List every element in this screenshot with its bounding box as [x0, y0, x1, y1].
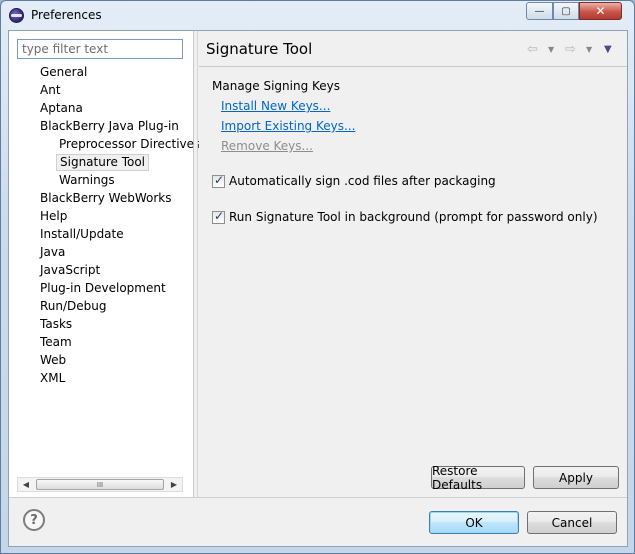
- page-header: Signature Tool ⇦ ▼ ⇨ ▼ ▼: [199, 31, 627, 67]
- arrow-left-icon[interactable]: ⇦: [527, 42, 538, 57]
- page-title: Signature Tool: [206, 40, 313, 58]
- background-label: Run Signature Tool in background (prompt…: [229, 210, 598, 224]
- tree-item-blackberry-webworks[interactable]: BlackBerry WebWorks: [40, 190, 171, 207]
- minimize-button[interactable]: —: [526, 2, 553, 20]
- filter-input[interactable]: [17, 39, 183, 59]
- auto-sign-checkbox[interactable]: [212, 173, 225, 188]
- tree-item-plugin-development[interactable]: Plug-in Development: [40, 280, 166, 297]
- preference-tree-pane: General Ant Aptana BlackBerry Java Plug-…: [9, 31, 200, 497]
- footer-divider: [9, 497, 627, 498]
- background-checkbox[interactable]: [212, 209, 225, 224]
- tree-item-signature-tool[interactable]: Signature Tool: [56, 154, 150, 171]
- scroll-right-arrow-icon[interactable]: ▶: [166, 478, 182, 491]
- tree-item-help[interactable]: Help: [40, 208, 67, 225]
- window-title: Preferences: [31, 8, 102, 22]
- import-existing-keys-link[interactable]: Import Existing Keys...: [221, 119, 355, 133]
- tree-item-tasks[interactable]: Tasks: [40, 316, 72, 333]
- tree-item-xml[interactable]: XML: [40, 370, 65, 387]
- forward-dropdown-icon[interactable]: ▼: [586, 45, 592, 54]
- maximize-button[interactable]: ▢: [553, 2, 579, 20]
- help-icon[interactable]: ?: [23, 509, 45, 531]
- scroll-left-arrow-icon[interactable]: ◀: [18, 478, 34, 491]
- back-dropdown-icon[interactable]: ▼: [548, 45, 554, 54]
- tree-horizontal-scrollbar[interactable]: ◀ III ▶: [17, 477, 183, 492]
- eclipse-icon: [9, 8, 24, 23]
- preferences-window: Preferences — ▢ ✕ General Ant Aptana Bla…: [0, 0, 635, 554]
- ok-button[interactable]: OK: [429, 511, 519, 534]
- chevron-down-icon[interactable]: ▼: [604, 44, 612, 55]
- title-bar[interactable]: Preferences — ▢ ✕: [1, 1, 634, 29]
- tree-item-javascript[interactable]: JavaScript: [40, 262, 100, 279]
- cancel-button[interactable]: Cancel: [527, 511, 617, 534]
- auto-sign-option[interactable]: Automatically sign .cod files after pack…: [212, 173, 496, 188]
- arrow-right-icon[interactable]: ⇨: [565, 42, 576, 57]
- tree-item-aptana[interactable]: Aptana: [40, 100, 83, 117]
- tree-item-install-update[interactable]: Install/Update: [40, 226, 124, 243]
- pane-sash[interactable]: [194, 31, 198, 497]
- apply-button[interactable]: Apply: [533, 466, 619, 489]
- tree-item-general[interactable]: General: [40, 64, 87, 81]
- install-new-keys-link[interactable]: Install New Keys...: [221, 99, 330, 113]
- auto-sign-label: Automatically sign .cod files after pack…: [229, 174, 496, 188]
- scroll-thumb[interactable]: III: [36, 479, 164, 490]
- tree-item-team[interactable]: Team: [40, 334, 72, 351]
- tree-item-blackberry-java-plugin[interactable]: BlackBerry Java Plug-in: [40, 118, 179, 135]
- tree-item-web[interactable]: Web: [40, 352, 66, 369]
- tree-item-warnings[interactable]: Warnings: [59, 172, 115, 189]
- background-option[interactable]: Run Signature Tool in background (prompt…: [212, 209, 598, 224]
- tree-item-preprocessor-directives[interactable]: Preprocessor Directives: [59, 136, 200, 153]
- tree-item-java[interactable]: Java: [40, 244, 65, 261]
- tree-item-run-debug[interactable]: Run/Debug: [40, 298, 107, 315]
- preference-page: Signature Tool ⇦ ▼ ⇨ ▼ ▼ Manage Signing …: [199, 31, 627, 497]
- restore-defaults-button[interactable]: Restore Defaults: [431, 464, 525, 492]
- dialog-client-area: General Ant Aptana BlackBerry Java Plug-…: [8, 30, 628, 547]
- close-button[interactable]: ✕: [579, 2, 622, 20]
- remove-keys-link: Remove Keys...: [221, 139, 313, 153]
- manage-signing-keys-label: Manage Signing Keys: [212, 79, 341, 93]
- tree-item-ant[interactable]: Ant: [40, 82, 61, 99]
